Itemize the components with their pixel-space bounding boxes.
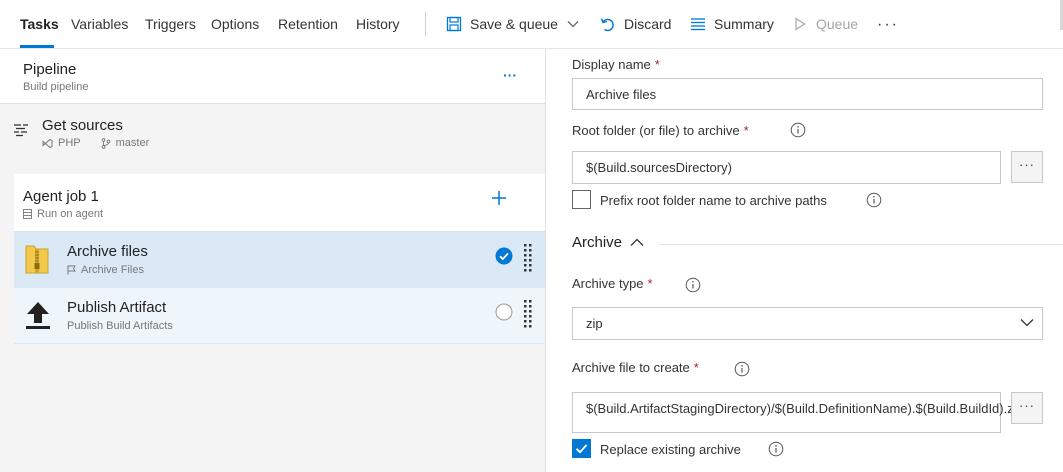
agent-job-header[interactable]: Agent job 1 Run on agent [14,174,545,232]
archive-file-label: Archive file to create * [572,360,699,375]
add-task-button[interactable] [490,189,508,207]
task-properties-panel: Display name * Archive files Root folder … [546,49,1063,472]
top-toolbar: Tasks Variables Triggers Options Retenti… [0,0,1063,49]
pipeline-subtitle: Build pipeline [23,81,89,93]
task-subtitle-row: Publish Build Artifacts [67,320,173,332]
get-sources-item[interactable]: Get sources PHP master [0,105,545,165]
tab-options[interactable]: Options [211,16,259,32]
tab-triggers[interactable]: Triggers [145,16,196,32]
agent-job-title: Agent job 1 [23,188,99,205]
info-icon[interactable] [866,192,882,208]
queue-label: Queue [816,16,859,32]
visual-studio-icon [42,138,53,148]
info-icon[interactable] [768,441,784,457]
toolbar-divider [425,12,426,36]
play-icon [795,17,806,31]
display-name-label: Display name * [572,57,660,72]
agent-job-subtitle-row: Run on agent [23,208,103,220]
discard-label: Discard [624,16,672,32]
branch-icon [101,137,110,149]
chevron-down-icon [1020,319,1034,327]
archive-section-header[interactable]: Archive [572,234,644,251]
task-subtitle: Publish Build Artifacts [67,320,173,332]
upload-arrow-icon [26,302,50,329]
drag-handle-icon[interactable] [524,244,532,274]
discard-button[interactable]: Discard [600,16,671,32]
source-branch: master [115,137,150,149]
archive-file-input[interactable]: $(Build.ArtifactStagingDirectory)/$(Buil… [572,392,1024,433]
archive-folder-icon [25,245,49,274]
summary-button[interactable]: Summary [690,16,774,32]
required-mark: * [647,276,653,291]
enabled-circle-icon[interactable] [495,303,513,321]
tab-variables[interactable]: Variables [71,16,128,32]
browse-archive-file-button[interactable]: ··· [1011,392,1043,424]
prefix-root-folder-label: Prefix root folder name to archive paths [600,193,827,208]
enabled-check-icon[interactable] [495,247,513,265]
chevron-up-icon [630,238,644,246]
task-subtitle-row: Archive Files [67,264,144,276]
replace-archive-label: Replace existing archive [600,442,741,457]
agent-job-subtitle: Run on agent [37,208,104,220]
summary-label: Summary [714,16,774,32]
pipeline-header[interactable]: Pipeline Build pipeline ··· [0,49,545,104]
save-queue-label: Save & queue [470,16,558,32]
flag-icon [67,265,76,275]
get-sources-title: Get sources [42,117,123,134]
chevron-down-icon [567,21,579,28]
info-icon[interactable] [685,277,701,293]
prefix-root-folder-checkbox[interactable] [572,190,591,209]
task-subtitle: Archive Files [81,264,144,276]
queue-button[interactable]: Queue [794,16,858,32]
checkmark-icon [575,444,588,454]
root-folder-label: Root folder (or file) to archive * [572,123,749,138]
required-mark: * [654,57,660,72]
task-archive-files[interactable]: Archive files Archive Files [14,232,545,288]
list-icon [691,18,705,31]
archive-type-select[interactable]: zip [572,307,1043,340]
display-name-input[interactable]: Archive files [572,78,1043,110]
undo-icon [600,17,614,31]
get-sources-icon [14,124,28,137]
active-tab-indicator [20,45,54,48]
tab-tasks[interactable]: Tasks [20,16,59,32]
section-divider [658,244,1063,245]
source-repo: PHP [58,137,81,149]
more-actions-button[interactable]: ··· [877,16,899,34]
info-icon[interactable] [734,361,750,377]
root-folder-input[interactable]: $(Build.sourcesDirectory) [572,151,1001,184]
required-mark: * [743,123,749,138]
browse-root-folder-button[interactable]: ··· [1011,151,1043,183]
pipeline-tasks-panel: Pipeline Build pipeline ··· Get sources … [0,49,546,472]
tab-retention[interactable]: Retention [278,16,338,32]
required-mark: * [693,360,699,375]
task-title: Publish Artifact [67,299,167,316]
save-icon [446,16,462,32]
drag-handle-icon[interactable] [524,300,532,330]
server-icon [23,209,32,219]
get-sources-meta: PHP master [42,137,169,149]
pipeline-title: Pipeline [23,61,77,78]
save-queue-button[interactable]: Save & queue [446,16,579,32]
info-icon[interactable] [790,122,806,138]
pipeline-more-button[interactable]: ··· [503,67,517,83]
task-publish-artifact[interactable]: Publish Artifact Publish Build Artifacts [14,288,545,344]
replace-archive-checkbox[interactable] [572,439,591,458]
archive-type-label: Archive type * [572,276,653,291]
task-title: Archive files [67,243,148,260]
tab-history[interactable]: History [356,16,400,32]
